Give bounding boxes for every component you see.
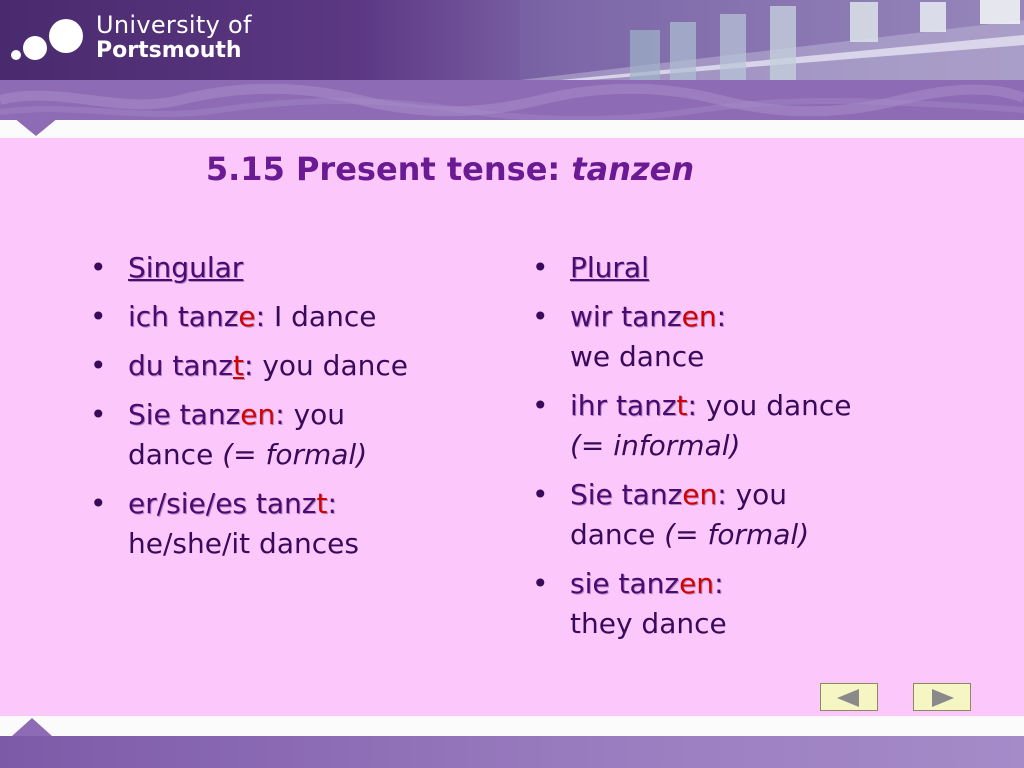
verb-colon: :: [716, 300, 727, 333]
list-item: • Singular: [90, 248, 510, 288]
verb-stem: Sie tanz: [570, 478, 683, 511]
verb-colon: :: [687, 389, 697, 422]
formality-note: (= formal): [664, 518, 810, 551]
list-item: • Plural: [532, 248, 972, 288]
title-prefix: 5.15 Present tense:: [205, 150, 572, 188]
verb-stem: ihr tanz: [570, 389, 677, 422]
formality-note: (= formal): [222, 438, 368, 471]
list-item: • wir tanzen:: [532, 297, 972, 337]
plural-column: • Plural • wir tanzen: we dance • ihr ta…: [532, 248, 972, 653]
verb-ending: t: [233, 349, 244, 382]
triangle-right-icon: [932, 689, 954, 707]
bullet: •: [90, 349, 107, 382]
plural-heading: Plural: [570, 251, 649, 284]
bullet: •: [90, 398, 107, 431]
translation: we dance: [570, 340, 705, 373]
verb-stem: Sie tanz: [128, 398, 241, 431]
bullet: •: [532, 478, 549, 511]
verb-colon: :: [243, 349, 254, 382]
slide-title: 5.15 Present tense: tanzen: [0, 150, 900, 188]
bullet: •: [532, 251, 549, 284]
list-item: • Sie tanzen: you dance (= formal): [90, 395, 510, 475]
verb-colon: :: [275, 398, 285, 431]
verb-colon: :: [717, 478, 727, 511]
bullet: •: [532, 389, 549, 422]
title-verb: tanzen: [571, 150, 695, 188]
formality-note: (= informal): [570, 429, 741, 462]
singular-heading: Singular: [128, 251, 244, 284]
translation: dance: [128, 438, 223, 471]
header-notch: [14, 118, 58, 136]
brand-line-1: University of: [96, 11, 252, 39]
list-item: • ich tanze: I dance: [90, 297, 510, 337]
bullet: •: [90, 251, 107, 284]
verb-ending: e: [238, 300, 256, 333]
footer-bar: [0, 736, 1024, 768]
bullet: •: [90, 300, 107, 333]
brand-line-2: Portsmouth: [96, 38, 242, 63]
next-slide-button[interactable]: [913, 683, 971, 711]
verb-ending: en: [240, 398, 276, 431]
university-logo-icon: [11, 19, 83, 60]
verb-ending: en: [681, 300, 717, 333]
list-item: • ihr tanzt: you dance (= informal): [532, 386, 972, 466]
list-item: • du tanzt: you dance: [90, 346, 510, 386]
footer-notch: [12, 718, 52, 736]
verb-ending: t: [676, 389, 688, 422]
header-banner: University of Portsmouth: [0, 0, 1024, 80]
list-item-continuation: they dance: [532, 604, 972, 644]
verb-ending: en: [682, 478, 718, 511]
translation: I dance: [265, 300, 377, 333]
translation: you dance: [253, 349, 408, 382]
translation: he/she/it dances: [128, 527, 359, 560]
list-item-continuation: we dance: [532, 337, 972, 377]
verb-stem: sie tanz: [570, 567, 680, 600]
verb-ending: t: [316, 487, 328, 520]
decorative-wave-band: [0, 80, 1024, 120]
translation: they dance: [570, 607, 727, 640]
verb-stem: du tanz: [128, 349, 233, 382]
verb-stem: er/sie/es tanz: [128, 487, 317, 520]
singular-column: • Singular • ich tanze: I dance • du tan…: [90, 248, 510, 573]
bullet: •: [532, 567, 549, 600]
list-item: • sie tanzen:: [532, 564, 972, 604]
list-item: • er/sie/es tanzt: he/she/it dances: [90, 484, 510, 564]
translation: you dance: [696, 389, 852, 422]
verb-colon: :: [255, 300, 266, 333]
bullet: •: [90, 487, 107, 520]
triangle-left-icon: [837, 689, 859, 707]
verb-stem: ich tanz: [128, 300, 239, 333]
translation: you: [726, 478, 788, 511]
verb-colon: :: [714, 567, 724, 600]
building-photo: [520, 0, 1024, 80]
verb-stem: wir tanz: [570, 300, 682, 333]
translation: you: [284, 398, 346, 431]
verb-colon: :: [327, 487, 337, 520]
header-divider: [0, 120, 1024, 138]
bullet: •: [532, 300, 549, 333]
list-item: • Sie tanzen: you dance (= formal): [532, 475, 972, 555]
translation: dance: [570, 518, 665, 551]
university-wordmark: University of Portsmouth: [96, 12, 252, 64]
verb-ending: en: [679, 567, 715, 600]
previous-slide-button[interactable]: [820, 683, 878, 711]
